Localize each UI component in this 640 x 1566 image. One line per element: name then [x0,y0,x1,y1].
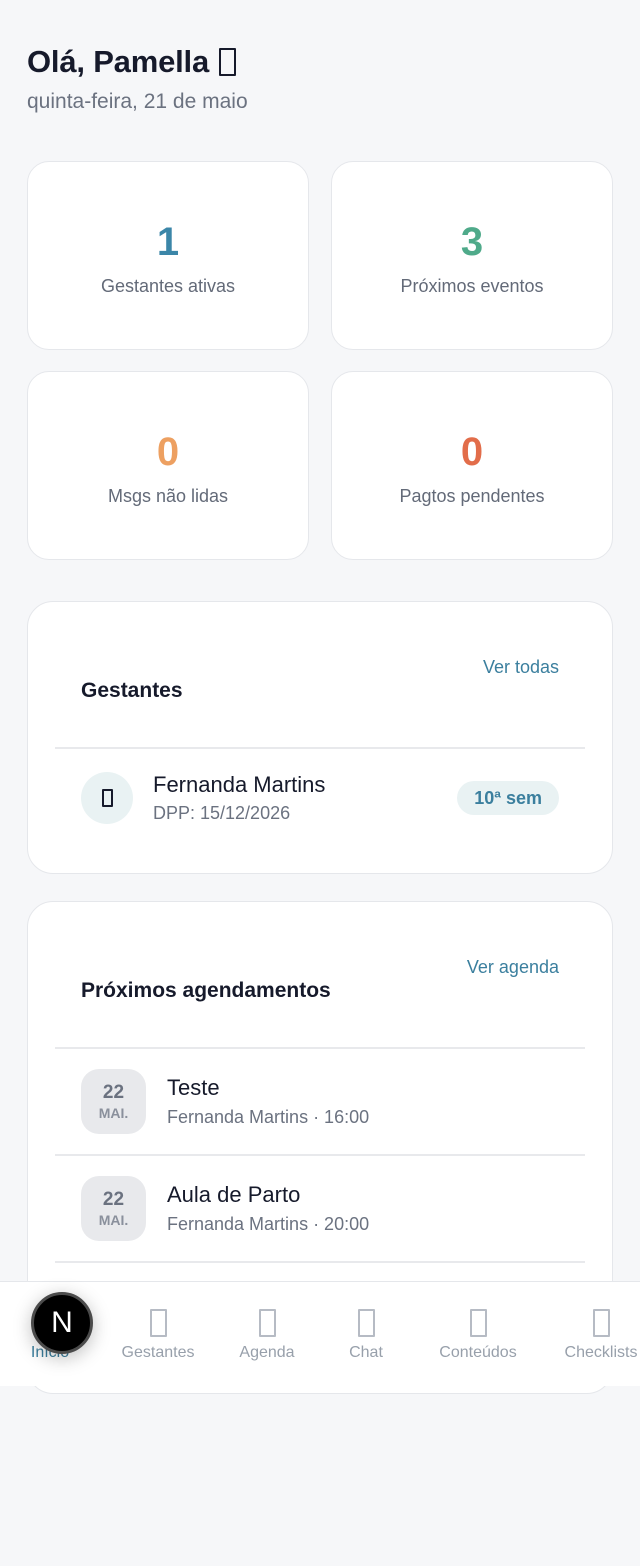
bottom-nav: Início Gestantes Agenda Chat Conteúdos C… [0,1281,640,1386]
person-icon [101,789,113,807]
nav-item-gestantes[interactable]: Gestantes [113,1282,203,1386]
appointment-details: Fernanda Martins · 16:00 [167,1107,370,1127]
appointment-date: 22 MAI. [81,1069,146,1134]
gestantes-panel: Gestantes Ver todas Fernanda Martins DPP… [27,601,613,874]
stat-value: 1 [156,220,180,264]
gestante-name: Fernanda Martins [153,772,326,797]
checklist-icon [592,1309,610,1337]
appointment-month: MAI. [98,1212,129,1228]
appointment-details: Fernanda Martins · 20:00 [167,1214,370,1234]
wave-icon [218,48,236,76]
appointment-day: 22 [102,1189,125,1210]
ver-agenda-link[interactable]: Ver agenda [467,957,559,978]
appointment-title: Teste [167,1075,220,1100]
avatar [81,772,133,824]
stat-card-mensagens[interactable]: 0 Msgs não lidas [27,371,309,560]
stat-card-gestantes[interactable]: 1 Gestantes ativas [27,161,309,350]
weeks-badge: 10ª sem [457,781,559,815]
stat-value: 3 [460,220,484,264]
nav-item-agenda[interactable]: Agenda [227,1282,307,1386]
stat-label: Msgs não lidas [107,486,229,506]
nav-label: Chat [349,1344,383,1361]
stat-value: 0 [460,430,484,474]
appointment-date: 22 MAI. [81,1176,146,1241]
gestantes-title: Gestantes [81,679,183,702]
gestante-dpp: DPP: 15/12/2026 [153,803,291,823]
appointment-day: 22 [102,1082,125,1103]
ver-todas-link[interactable]: Ver todas [483,657,559,678]
calendar-icon [258,1309,276,1337]
divider [55,1047,585,1049]
greeting-title: Olá, Pamella [27,44,248,80]
stat-label: Pagtos pendentes [399,486,545,506]
divider [55,747,585,749]
book-icon [469,1309,487,1337]
nav-item-conteudos[interactable]: Conteúdos [428,1282,528,1386]
stat-label: Gestantes ativas [100,276,236,296]
nav-item-chat[interactable]: Chat [336,1282,396,1386]
stat-card-pagamentos[interactable]: 0 Pagtos pendentes [331,371,613,560]
chat-icon [357,1309,375,1337]
stat-value: 0 [156,430,180,474]
nav-label: Agenda [239,1344,295,1361]
stat-label: Próximos eventos [400,276,544,296]
appointment-month: MAI. [98,1105,129,1121]
greeting-text: Olá, Pamella [27,44,209,79]
current-date: quinta-feira, 21 de maio [27,90,248,113]
nav-label: Gestantes [121,1344,195,1361]
dev-tools-button[interactable]: N [31,1292,93,1354]
divider [55,1261,585,1263]
divider [55,1154,585,1156]
header: Olá, Pamella quinta-feira, 21 de maio [27,44,248,114]
stat-card-eventos[interactable]: 3 Próximos eventos [331,161,613,350]
nav-label: Conteúdos [439,1344,517,1361]
nav-item-checklists[interactable]: Checklists [556,1282,640,1386]
nav-label: Checklists [564,1344,638,1361]
agenda-title: Próximos agendamentos [81,979,331,1002]
users-icon [149,1309,167,1337]
appointment-title: Aula de Parto [167,1182,301,1207]
